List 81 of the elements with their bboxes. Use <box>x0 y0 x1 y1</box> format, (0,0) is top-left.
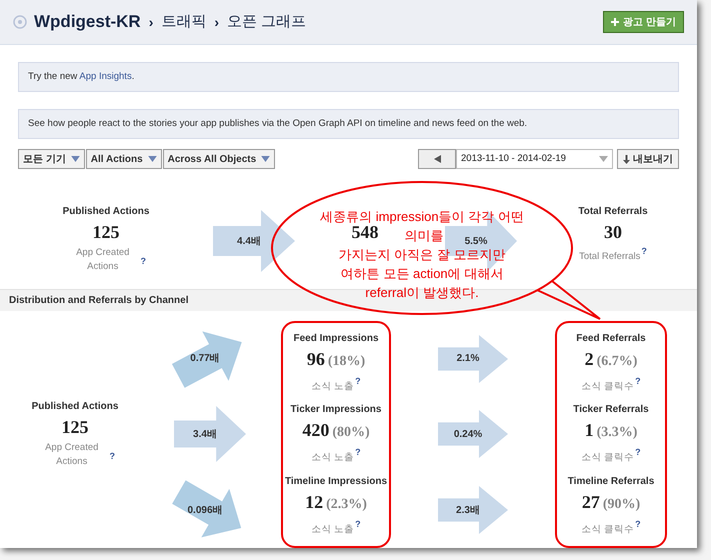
stat-title: Timeline Impressions <box>284 475 388 490</box>
stat-value: 2 <box>584 348 594 370</box>
flow-arrow <box>438 334 508 383</box>
ratio-label: 0.77배 <box>190 352 220 366</box>
left-triangle-icon <box>434 155 440 163</box>
ratio-label: 5.5% <box>464 234 488 248</box>
stat-title: Published Actions <box>32 400 118 414</box>
ratio-label: 4.4배 <box>237 234 261 248</box>
stat-share: (6.7%) <box>596 352 638 371</box>
download-icon <box>623 154 630 164</box>
caret-icon <box>261 156 270 162</box>
app-logo-icon <box>13 15 27 29</box>
breadcrumb-separator: › <box>148 12 154 32</box>
stat-title: Feed Referrals <box>576 332 646 346</box>
banner-text: Try the new App Insights. <box>28 70 134 84</box>
previous-button[interactable] <box>418 149 456 169</box>
stat-value: 125 <box>62 416 88 438</box>
flow-arrow <box>438 410 508 458</box>
app-insights-link[interactable]: App Insights <box>79 70 132 82</box>
stat-caption: 소식 클릭수 <box>581 451 634 466</box>
ratio-label: 0.096배 <box>187 504 223 518</box>
stat-caption: 소식 노출 <box>311 380 354 394</box>
stat-value: 125 <box>92 221 120 243</box>
stat-share: (90%) <box>602 496 640 514</box>
stat-caption: Total Referrals <box>579 250 640 264</box>
help-link[interactable]: ? <box>635 447 641 458</box>
help-link[interactable]: ? <box>110 451 115 461</box>
stat-value: 30 <box>604 221 622 243</box>
breadcrumb-separator: › <box>214 12 220 32</box>
stat-value: 1 <box>584 419 594 442</box>
stat-value: 96 <box>306 348 325 370</box>
banner-text: See how people react to the stories your app publishes via the Open Graph API on timeline and news feed on the web. <box>28 116 528 131</box>
caret-icon <box>148 156 157 162</box>
help-link[interactable]: ? <box>355 519 361 530</box>
help-link[interactable]: ? <box>641 246 647 256</box>
annotation-text: referral이 발생했다. <box>365 284 479 302</box>
filter-dropdown[interactable]: 모든 기기 <box>18 149 85 169</box>
help-link[interactable]: ? <box>355 447 361 458</box>
export-button[interactable]: 내보내기 <box>617 149 679 169</box>
stat-title: Published Actions <box>62 205 150 219</box>
section-title: Distribution and Referrals by Channel <box>9 294 188 308</box>
stat-share: (2.3%) <box>326 496 367 514</box>
annotation-text: 의미를 <box>404 227 444 245</box>
stat-value: 420 <box>302 419 330 442</box>
date-range-select[interactable]: 2013-11-10 - 2014-02-19 <box>456 149 613 169</box>
app-name[interactable]: Wpdigest-KR <box>34 9 141 35</box>
caret-icon <box>599 156 608 162</box>
stat-caption: 소식 노출 <box>311 451 354 466</box>
help-link[interactable]: ? <box>635 519 641 530</box>
breadcrumb-item[interactable]: 트래픽 <box>161 10 206 34</box>
stat-caption: App Created Actions <box>44 441 100 469</box>
ratio-label: 2.3배 <box>456 504 480 518</box>
stat-caption: 소식 클릭수 <box>581 380 634 394</box>
breadcrumb-item[interactable]: 오픈 그래프 <box>227 10 306 34</box>
stat-title: Timeline Referrals <box>568 475 654 490</box>
stat-value: 12 <box>305 491 324 514</box>
help-link[interactable]: ? <box>355 376 361 386</box>
ratio-label: 2.1% <box>456 352 480 366</box>
stat-caption: 소식 클릭수 <box>581 523 634 538</box>
stat-caption: App Created Actions <box>75 246 130 274</box>
annotation-text: 가지는지 아직은 잘 모르지만 <box>338 246 506 264</box>
stat-share: (3.3%) <box>596 424 638 442</box>
stat-title: Ticker Impressions <box>290 403 382 418</box>
stat-value: 27 <box>582 491 600 514</box>
stat-title: Total Referrals <box>578 205 648 219</box>
filter-dropdown[interactable]: All Actions <box>86 149 162 169</box>
ratio-label: 0.24% <box>454 428 482 442</box>
flow-arrow <box>438 486 508 534</box>
ratio-label: 3.4배 <box>193 428 217 442</box>
help-link[interactable]: ? <box>140 256 146 266</box>
stat-title: Ticker Referrals <box>573 403 649 418</box>
stat-share: (18%) <box>328 352 366 371</box>
caret-icon <box>70 156 80 162</box>
stat-title: Feed Impressions <box>293 332 379 346</box>
annotation-text: 여하튼 모든 action에 대해서 <box>340 265 504 283</box>
filter-dropdown[interactable]: Across All Objects <box>162 149 276 169</box>
flow-arrow <box>174 406 246 462</box>
stat-caption: 소식 노출 <box>311 523 354 538</box>
stat-share: (80%) <box>332 424 370 442</box>
help-link[interactable]: ? <box>635 376 641 386</box>
plus-icon <box>611 18 620 26</box>
